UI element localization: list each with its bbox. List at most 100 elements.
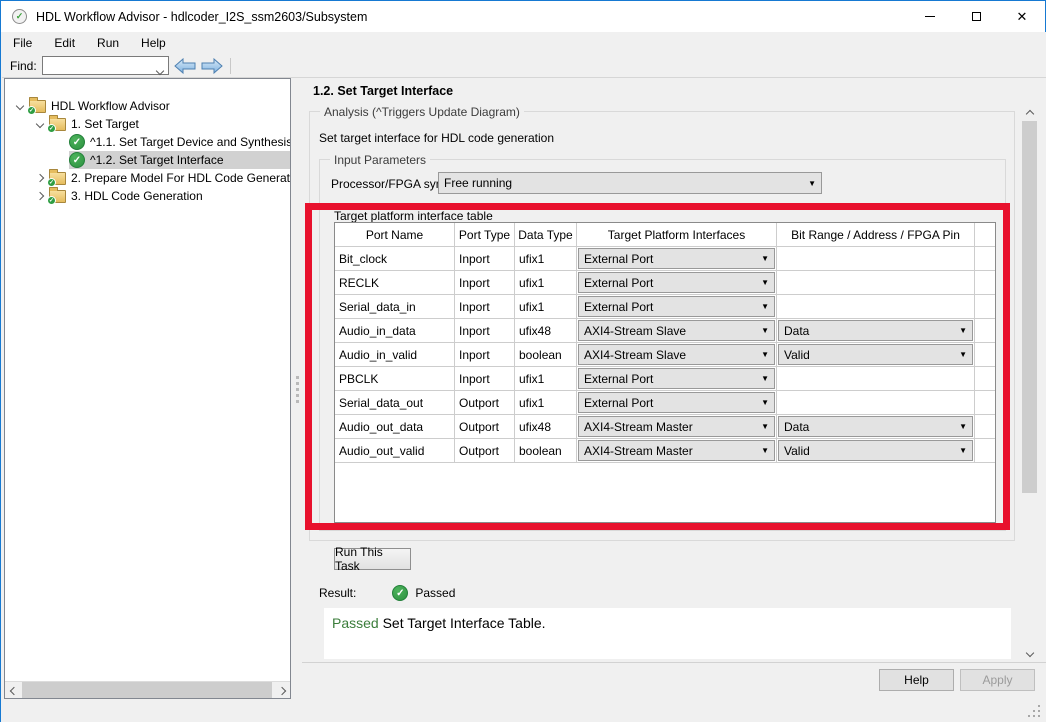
- bit-range-dropdown[interactable]: Data ▼: [778, 320, 973, 341]
- tree-item-label: 3. HDL Code Generation: [71, 189, 203, 203]
- interface-dropdown[interactable]: AXI4-Stream Master ▼: [578, 440, 775, 461]
- bit-range-dropdown[interactable]: Valid ▼: [778, 440, 973, 461]
- spacer-cell: [975, 391, 995, 415]
- menu-help[interactable]: Help: [130, 33, 177, 53]
- tree-item[interactable]: ✓ 2. Prepare Model For HDL Code Generatio…: [5, 168, 290, 187]
- find-previous-button[interactable]: [173, 57, 196, 74]
- find-label: Find:: [10, 58, 37, 73]
- port-name-cell: PBCLK: [335, 367, 455, 391]
- data-type-cell: ufix48: [515, 319, 577, 343]
- bit-range-cell: [777, 247, 975, 271]
- interface-cell: External Port ▼: [577, 391, 777, 415]
- interface-table-label: Target platform interface table: [334, 209, 493, 223]
- processor-fpga-sync-dropdown[interactable]: Free running ▼: [438, 172, 822, 194]
- table-header-cell: Target Platform Interfaces: [577, 223, 777, 247]
- bit-range-dropdown-value: Valid: [784, 347, 810, 362]
- port-name-cell: Audio_out_valid: [335, 439, 455, 463]
- interface-dropdown[interactable]: External Port ▼: [578, 392, 775, 413]
- run-this-task-button[interactable]: Run This Task: [334, 545, 411, 573]
- data-type-cell: ufix1: [515, 295, 577, 319]
- interface-cell: AXI4-Stream Slave ▼: [577, 343, 777, 367]
- interface-dropdown[interactable]: External Port ▼: [578, 272, 775, 293]
- tree-item[interactable]: ✓ ^1.2. Set Target Interface: [5, 151, 290, 169]
- panel-splitter[interactable]: [293, 78, 302, 699]
- interface-dropdown[interactable]: External Port ▼: [578, 368, 775, 389]
- scroll-up-icon[interactable]: [1021, 105, 1038, 122]
- interface-dropdown-value: External Port: [584, 371, 654, 386]
- folder-check-icon: ✓: [47, 168, 66, 187]
- port-type-cell: Inport: [455, 367, 515, 391]
- interface-dropdown[interactable]: AXI4-Stream Slave ▼: [578, 320, 775, 341]
- task-panel-vertical-scrollbar[interactable]: [1021, 105, 1038, 661]
- scrollbar-thumb[interactable]: [1022, 121, 1037, 493]
- maximize-button[interactable]: [953, 1, 999, 32]
- scroll-right-icon[interactable]: [273, 682, 290, 698]
- tree-item[interactable]: ✓ 3. HDL Code Generation: [5, 186, 290, 205]
- folder-check-icon: ✓: [47, 186, 66, 205]
- bit-range-cell: Valid ▼: [777, 439, 975, 463]
- workflow-tree-panel: ✓ HDL Workflow Advisor ✓ 1. Set Target ✓ ^1.1…: [4, 78, 291, 699]
- resize-grip-icon[interactable]: [1028, 705, 1040, 717]
- task-description: Set target interface for HDL code genera…: [319, 131, 555, 145]
- spacer-cell: [975, 439, 995, 463]
- data-type-cell: ufix1: [515, 247, 577, 271]
- result-row: Result: ✓ Passed: [319, 585, 455, 601]
- tree-expander-icon[interactable]: [11, 97, 29, 115]
- port-name-cell: Audio_in_data: [335, 319, 455, 343]
- scroll-down-icon[interactable]: [1021, 644, 1038, 661]
- port-name-cell: RECLK: [335, 271, 455, 295]
- bit-range-dropdown[interactable]: Valid ▼: [778, 344, 973, 365]
- menu-run[interactable]: Run: [86, 33, 130, 53]
- minimize-button[interactable]: [907, 1, 953, 32]
- chevron-down-icon: ▼: [761, 398, 769, 407]
- bit-range-dropdown[interactable]: Data ▼: [778, 416, 973, 437]
- result-message-box: Passed Set Target Interface Table.: [324, 608, 1011, 659]
- bit-range-cell: Data ▼: [777, 319, 975, 343]
- scroll-left-icon[interactable]: [5, 682, 22, 698]
- passed-check-icon: ✓: [392, 585, 409, 601]
- chevron-down-icon: [35, 119, 45, 129]
- find-next-button[interactable]: [201, 57, 223, 74]
- tree-expander-icon[interactable]: [31, 187, 49, 205]
- spacer-cell: [975, 343, 995, 367]
- tree-expander-icon[interactable]: [31, 169, 49, 187]
- tree-item[interactable]: ✓ HDL Workflow Advisor: [5, 97, 290, 115]
- port-name-cell: Bit_clock: [335, 247, 455, 271]
- arrow-right-icon: [201, 57, 223, 74]
- tree-item-content[interactable]: ✓ 3. HDL Code Generation: [47, 186, 290, 205]
- bit-range-dropdown-value: Data: [784, 323, 810, 338]
- tree-item[interactable]: ✓ 1. Set Target: [5, 114, 290, 133]
- tree-item-content[interactable]: ✓ ^1.1. Set Target Device and Synthesis T…: [69, 133, 290, 151]
- menu-file[interactable]: File: [2, 33, 43, 53]
- tree-expander-icon[interactable]: [31, 115, 49, 133]
- tree-item-content[interactable]: ✓ 2. Prepare Model For HDL Code Generatio…: [47, 168, 290, 187]
- scrollbar-thumb[interactable]: [22, 682, 272, 698]
- tree-item-content[interactable]: ✓ 1. Set Target: [47, 114, 290, 133]
- interface-dropdown[interactable]: AXI4-Stream Master ▼: [578, 416, 775, 437]
- interface-cell: External Port ▼: [577, 271, 777, 295]
- interface-dropdown-value: AXI4-Stream Slave: [584, 323, 687, 338]
- menu-edit[interactable]: Edit: [43, 33, 86, 53]
- interface-dropdown-value: External Port: [584, 251, 654, 266]
- interface-dropdown[interactable]: External Port ▼: [578, 248, 775, 269]
- chevron-down-icon[interactable]: [155, 61, 165, 76]
- tree-item[interactable]: ✓ ^1.1. Set Target Device and Synthesis T…: [5, 133, 290, 151]
- interface-dropdown[interactable]: AXI4-Stream Slave ▼: [578, 344, 775, 365]
- help-button[interactable]: Help: [879, 669, 954, 691]
- find-toolbar: Find:: [2, 54, 1046, 78]
- close-button[interactable]: ✕: [999, 1, 1045, 32]
- interface-dropdown-value: External Port: [584, 275, 654, 290]
- tree-horizontal-scrollbar[interactable]: [5, 681, 290, 698]
- port-name-cell: Serial_data_out: [335, 391, 455, 415]
- chevron-down-icon: ▼: [761, 326, 769, 335]
- find-input[interactable]: [41, 56, 169, 76]
- chevron-down-icon: ▼: [761, 254, 769, 263]
- interface-dropdown[interactable]: External Port ▼: [578, 296, 775, 317]
- spacer-cell: [975, 319, 995, 343]
- tree-item-content[interactable]: ✓ HDL Workflow Advisor: [27, 97, 290, 115]
- tree-item-content[interactable]: ✓ ^1.2. Set Target Interface: [69, 151, 290, 169]
- port-type-cell: Outport: [455, 391, 515, 415]
- apply-button[interactable]: Apply: [960, 669, 1035, 691]
- chevron-down-icon: ▼: [808, 178, 816, 188]
- port-type-cell: Inport: [455, 271, 515, 295]
